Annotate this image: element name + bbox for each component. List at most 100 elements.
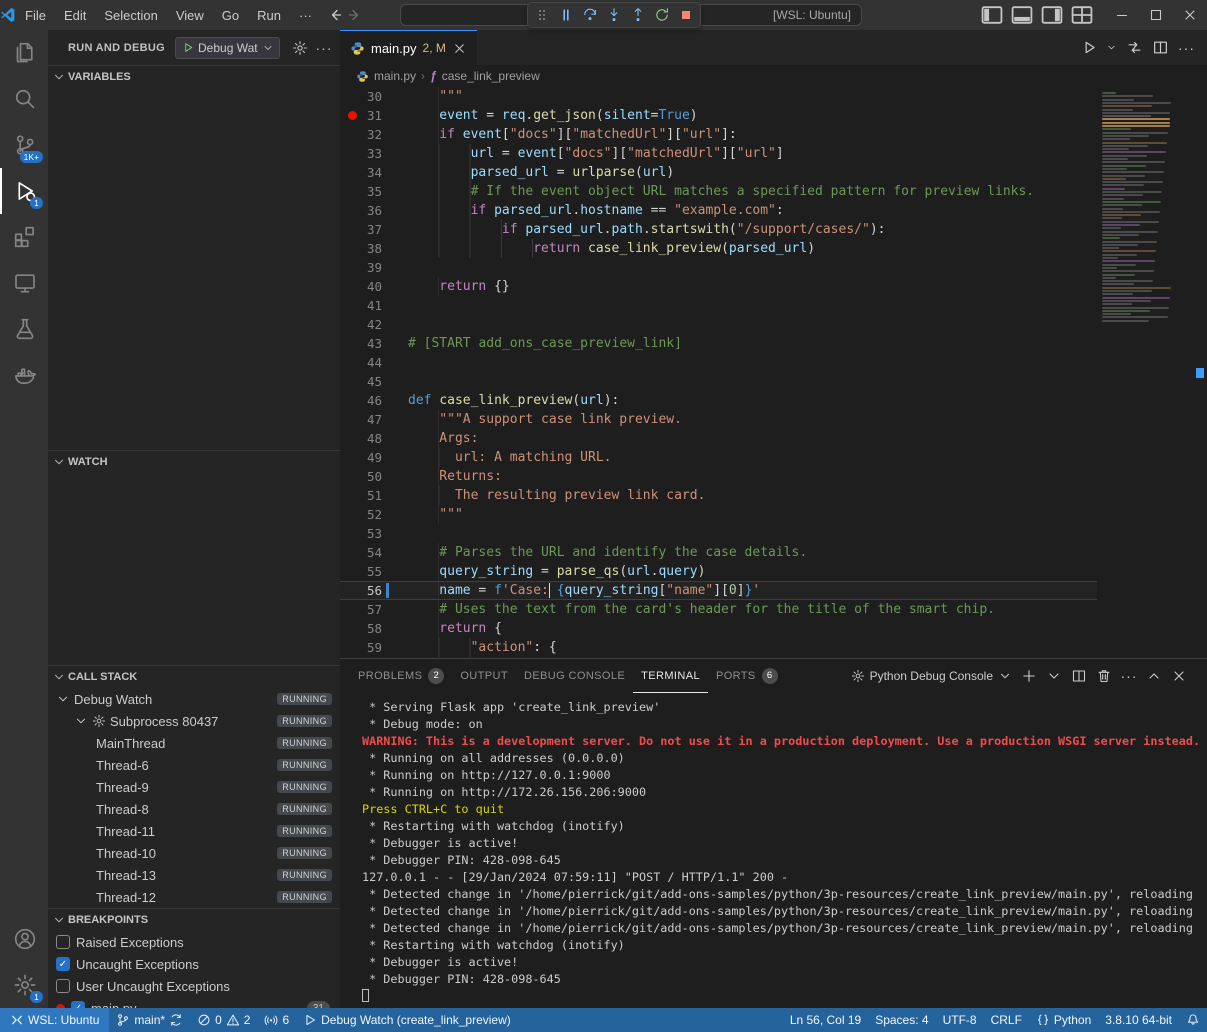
menu-view[interactable]: View: [167, 8, 213, 23]
tab-close-icon[interactable]: [452, 41, 467, 56]
split-button[interactable]: [1152, 39, 1169, 56]
launch-config-dropdown[interactable]: Debug Wat: [175, 37, 280, 59]
breakpoints-section-header[interactable]: BREAKPOINTS: [48, 909, 340, 931]
gear-button[interactable]: [292, 40, 308, 56]
gutter[interactable]: 51: [340, 486, 408, 505]
panel-tab-ports[interactable]: PORTS6: [708, 659, 786, 693]
menu-edit[interactable]: Edit: [55, 8, 95, 23]
activity-explorer[interactable]: [0, 30, 48, 76]
back-icon[interactable]: [327, 7, 343, 23]
chev-up-button[interactable]: [1146, 668, 1162, 684]
gutter[interactable]: 31: [340, 106, 408, 125]
activity-testing[interactable]: [0, 306, 48, 352]
activity-docker[interactable]: [0, 352, 48, 398]
code-line-40[interactable]: 40return {}: [340, 277, 1207, 296]
problems-status[interactable]: 02: [190, 1008, 257, 1032]
panel-tab-terminal[interactable]: TERMINAL: [633, 659, 708, 693]
activity-run-and-debug[interactable]: 1: [0, 168, 48, 214]
menu-file[interactable]: File: [16, 8, 55, 23]
debug-session[interactable]: Debug Watch (create_link_preview): [296, 1008, 518, 1032]
code-line-58[interactable]: 58return {: [340, 619, 1207, 638]
call-stack-section-header[interactable]: CALL STACK: [48, 666, 340, 688]
call-stack-row[interactable]: Debug WatchRUNNING: [48, 688, 340, 710]
activity-accounts[interactable]: [0, 916, 48, 962]
call-stack-row[interactable]: Thread-9RUNNING: [48, 776, 340, 798]
code-line-47[interactable]: 47"""A support case link preview.: [340, 410, 1207, 429]
code-line-39[interactable]: 39: [340, 258, 1207, 277]
gutter[interactable]: 35: [340, 182, 408, 201]
pause-button[interactable]: [555, 4, 577, 26]
gutter[interactable]: 30: [340, 87, 408, 106]
gutter[interactable]: 59: [340, 638, 408, 657]
breakpoint-row[interactable]: User Uncaught Exceptions: [48, 975, 340, 997]
panel-tab-problems[interactable]: PROBLEMS2: [350, 659, 452, 693]
gutter[interactable]: 55: [340, 562, 408, 581]
code-line-41[interactable]: 41: [340, 296, 1207, 315]
close-button[interactable]: [1173, 0, 1207, 30]
gutter[interactable]: 50: [340, 467, 408, 486]
stop-button[interactable]: [675, 4, 697, 26]
code-line-38[interactable]: 38return case_link_preview(parsed_url): [340, 239, 1207, 258]
terminal-output[interactable]: * Serving Flask app 'create_link_preview…: [362, 699, 1205, 1006]
indentation[interactable]: Spaces: 4: [868, 1008, 935, 1032]
close-button[interactable]: [1171, 668, 1187, 684]
trash-button[interactable]: [1096, 668, 1112, 684]
gutter[interactable]: 54: [340, 543, 408, 562]
git-branch[interactable]: main*: [109, 1008, 190, 1032]
code-line-55[interactable]: 55query_string = parse_qs(url.query): [340, 562, 1207, 581]
code-line-31[interactable]: 31event = req.get_json(silent=True): [340, 106, 1207, 125]
code-line-32[interactable]: 32if event["docs"]["matchedUrl"]["url"]:: [340, 125, 1207, 144]
panel-tab-debug-console[interactable]: DEBUG CONSOLE: [516, 659, 633, 693]
ellipsis-button[interactable]: ···: [1121, 668, 1137, 684]
minimap[interactable]: [1097, 87, 1193, 658]
tab-main-py[interactable]: main.py 2, M: [340, 30, 477, 65]
code-line-50[interactable]: 50Returns:: [340, 467, 1207, 486]
gutter[interactable]: 33: [340, 144, 408, 163]
activity-remote-explorer[interactable]: [0, 260, 48, 306]
code-line-59[interactable]: 59"action": {: [340, 638, 1207, 657]
chev-down-button[interactable]: [1046, 668, 1062, 684]
encoding[interactable]: UTF-8: [936, 1008, 984, 1032]
gutter[interactable]: 32: [340, 125, 408, 144]
chev-down-button[interactable]: [1106, 42, 1117, 53]
activity-extensions[interactable]: [0, 214, 48, 260]
breakpoint-row[interactable]: ✓Uncaught Exceptions: [48, 953, 340, 975]
code-editor[interactable]: 30"""31event = req.get_json(silent=True)…: [340, 87, 1207, 658]
breakpoint-checkbox[interactable]: ✓: [56, 957, 70, 971]
open-changes-button[interactable]: [1126, 39, 1143, 56]
run-file-button[interactable]: [1080, 39, 1097, 56]
menu-go[interactable]: Go: [213, 8, 248, 23]
remote-indicator[interactable]: WSL: Ubuntu: [0, 1008, 109, 1032]
call-stack-row[interactable]: Subprocess 80437RUNNING: [48, 710, 340, 732]
step-out-button[interactable]: [627, 4, 649, 26]
breakpoint-checkbox[interactable]: [56, 935, 70, 949]
code-line-30[interactable]: 30""": [340, 87, 1207, 106]
code-line-45[interactable]: 45: [340, 372, 1207, 391]
code-line-52[interactable]: 52""": [340, 505, 1207, 524]
layout-customize-button[interactable]: [1069, 2, 1095, 28]
breakpoint-checkbox[interactable]: ✓: [71, 1001, 85, 1008]
gutter[interactable]: 42: [340, 315, 408, 334]
code-line-46[interactable]: 46def case_link_preview(url):: [340, 391, 1207, 410]
code-line-49[interactable]: 49url: A matching URL.: [340, 448, 1207, 467]
activity-settings[interactable]: 1: [0, 962, 48, 1008]
ellipsis-button[interactable]: ···: [316, 40, 332, 56]
code-line-57[interactable]: 57# Uses the text from the card's header…: [340, 600, 1207, 619]
split-button[interactable]: [1071, 668, 1087, 684]
menu-[interactable]: ···: [290, 8, 321, 23]
code-line-34[interactable]: 34parsed_url = urlparse(url): [340, 163, 1207, 182]
maximize-button[interactable]: [1139, 0, 1173, 30]
panel-tab-output[interactable]: OUTPUT: [452, 659, 516, 693]
code-line-44[interactable]: 44: [340, 353, 1207, 372]
gutter[interactable]: 57: [340, 600, 408, 619]
step-over-button[interactable]: [579, 4, 601, 26]
menu-selection[interactable]: Selection: [95, 8, 166, 23]
layout-panel-button[interactable]: [1009, 2, 1035, 28]
gutter[interactable]: 43: [340, 334, 408, 353]
forward-icon[interactable]: [347, 7, 363, 23]
plus-button[interactable]: [1021, 668, 1037, 684]
call-stack-row[interactable]: Thread-11RUNNING: [48, 820, 340, 842]
call-stack-row[interactable]: Thread-6RUNNING: [48, 754, 340, 776]
gutter[interactable]: 47: [340, 410, 408, 429]
gutter[interactable]: 41: [340, 296, 408, 315]
